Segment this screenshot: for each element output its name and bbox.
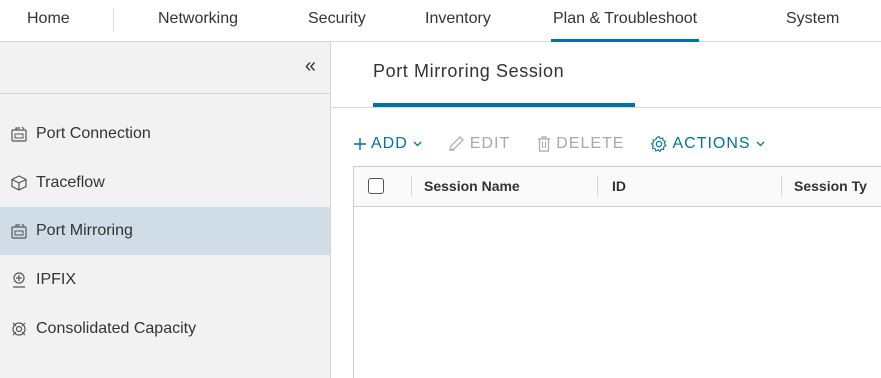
tab-plan-troubleshoot[interactable]: Plan & Troubleshoot [550, 0, 700, 42]
tab-inventory[interactable]: Inventory [425, 0, 491, 42]
grid-header: Session Name ID Session Ty [354, 167, 881, 207]
add-button[interactable]: ADD [353, 135, 422, 153]
actions-label: ACTIONS [672, 135, 751, 152]
select-all-checkbox[interactable] [368, 178, 384, 194]
tab-security[interactable]: Security [308, 0, 366, 42]
sidebar-item-traceflow[interactable]: Traceflow [0, 159, 330, 207]
column-header-session-type[interactable]: Session Ty [794, 167, 867, 206]
top-navigation: Home Networking Security Inventory Plan … [0, 0, 881, 42]
collapse-sidebar-icon[interactable]: « [305, 54, 316, 78]
sidebar-item-label: Port Connection [36, 125, 151, 142]
plus-icon [353, 137, 367, 151]
port-mirroring-icon [10, 222, 28, 240]
sidebar-item-label: Port Mirroring [36, 222, 133, 239]
main-content: Port Mirroring Session ADD EDIT DELETE A… [331, 42, 881, 378]
sidebar-item-port-mirroring[interactable]: Port Mirroring [0, 207, 330, 255]
column-divider [781, 176, 782, 196]
sidebar-item-label: Traceflow [36, 174, 105, 191]
chevron-down-icon [413, 138, 422, 150]
delete-button[interactable]: DELETE [536, 135, 624, 153]
trash-icon [536, 135, 552, 153]
page-tabs: Port Mirroring Session [331, 42, 881, 108]
port-connection-icon [10, 125, 28, 143]
toolbar: ADD EDIT DELETE ACTIONS [353, 132, 791, 156]
nav-divider [113, 8, 114, 32]
gear-icon [650, 135, 668, 153]
column-header-session-name[interactable]: Session Name [424, 167, 520, 206]
ipfix-icon [10, 271, 28, 289]
add-label: ADD [371, 135, 408, 152]
sidebar-item-consolidated-capacity[interactable]: Consolidated Capacity [0, 305, 330, 353]
active-tab-indicator [373, 103, 635, 107]
chevron-down-icon [756, 138, 765, 150]
sidebar-item-label: IPFIX [36, 271, 77, 288]
edit-button[interactable]: EDIT [448, 135, 510, 153]
edit-label: EDIT [469, 135, 511, 152]
sidebar: « Port Connection Traceflow Port Mirrori… [0, 42, 331, 378]
column-divider [411, 176, 412, 196]
sidebar-collapse-bar: « [0, 42, 330, 94]
sessions-datagrid: Session Name ID Session Ty [353, 166, 881, 378]
pencil-icon [448, 136, 466, 152]
delete-label: DELETE [556, 135, 625, 152]
tab-home[interactable]: Home [27, 0, 70, 42]
sidebar-item-ipfix[interactable]: IPFIX [0, 256, 330, 304]
tab-networking[interactable]: Networking [158, 0, 238, 42]
tab-system[interactable]: System [786, 0, 839, 42]
cube-icon [10, 174, 28, 192]
capacity-icon [10, 320, 28, 338]
sidebar-item-label: Consolidated Capacity [36, 320, 197, 337]
sidebar-item-port-connection[interactable]: Port Connection [0, 110, 330, 158]
column-divider [597, 176, 598, 196]
column-header-id[interactable]: ID [612, 167, 626, 206]
actions-button[interactable]: ACTIONS [650, 135, 765, 153]
tab-port-mirroring-session[interactable]: Port Mirroring Session [373, 61, 564, 82]
